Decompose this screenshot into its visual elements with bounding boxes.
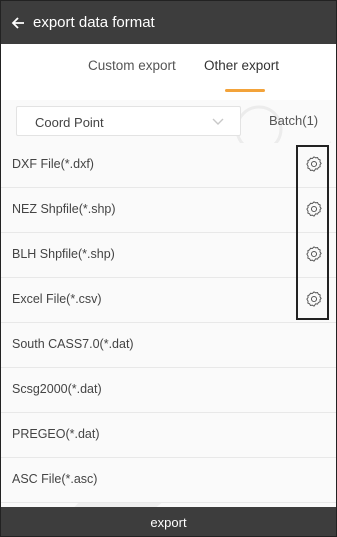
format-label: Excel File(*.csv)	[12, 292, 102, 306]
format-label: ASC File(*.asc)	[12, 472, 98, 486]
list-item[interactable]: South CASS7.0(*.dat)	[1, 323, 336, 368]
coord-type-select[interactable]: Coord Point	[16, 106, 241, 136]
format-label: South CASS7.0(*.dat)	[12, 337, 134, 351]
format-label: DXF File(*.dxf)	[12, 157, 94, 171]
format-list: DXF File(*.dxf) NEZ Shpfile(*.shp) BLH S…	[1, 143, 336, 503]
tab-other-export[interactable]: Other export	[204, 58, 279, 73]
arrow-left-icon[interactable]	[11, 16, 25, 30]
tab-custom-export[interactable]: Custom export	[88, 58, 176, 73]
export-button[interactable]: export	[1, 507, 336, 536]
list-item[interactable]: BLH Shpfile(*.shp)	[1, 233, 336, 278]
export-label: export	[150, 515, 187, 530]
format-label: Scsg2000(*.dat)	[12, 382, 102, 396]
app-frame: export data format Custom export Other e…	[0, 0, 337, 537]
format-label: BLH Shpfile(*.shp)	[12, 247, 115, 261]
batch-count[interactable]: Batch(1)	[269, 113, 318, 128]
gear-icon[interactable]	[305, 155, 323, 173]
title-bar: export data format	[1, 1, 336, 44]
page-title: export data format	[33, 14, 155, 31]
list-item[interactable]: PREGEO(*.dat)	[1, 413, 336, 458]
active-tab-indicator	[225, 89, 265, 92]
list-item[interactable]: NEZ Shpfile(*.shp)	[1, 188, 336, 233]
list-item[interactable]: Excel File(*.csv)	[1, 278, 336, 323]
coord-row: Coord Point Batch(1)	[1, 100, 336, 142]
format-label: NEZ Shpfile(*.shp)	[12, 202, 116, 216]
gear-icon[interactable]	[305, 200, 323, 218]
list-item[interactable]: ASC File(*.asc)	[1, 458, 336, 503]
tab-bar: Custom export Other export	[1, 44, 336, 100]
list-item[interactable]: DXF File(*.dxf)	[1, 143, 336, 188]
list-item[interactable]: Scsg2000(*.dat)	[1, 368, 336, 413]
gear-icon[interactable]	[305, 290, 323, 308]
gear-icon[interactable]	[305, 245, 323, 263]
format-label: PREGEO(*.dat)	[12, 427, 100, 441]
coord-type-value: Coord Point	[35, 115, 104, 130]
chevron-down-icon	[212, 118, 224, 125]
